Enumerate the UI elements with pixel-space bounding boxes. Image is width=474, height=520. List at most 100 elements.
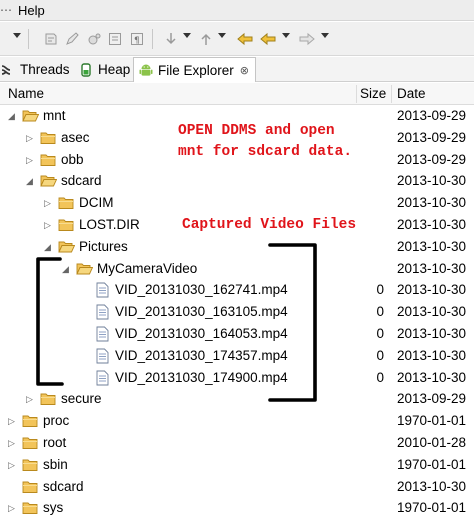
- column-header-size[interactable]: Size: [360, 86, 386, 101]
- folder-icon: [22, 502, 38, 515]
- collapse-arrow-icon[interactable]: ◢: [26, 175, 36, 187]
- expand-arrow-icon[interactable]: ▷: [26, 393, 36, 405]
- folder-row[interactable]: ▷ root 2010-01-28: [0, 432, 474, 454]
- expand-arrow-icon[interactable]: ▷: [8, 502, 18, 514]
- forward-icon[interactable]: [298, 30, 316, 48]
- collapse-arrow-icon[interactable]: ◢: [44, 241, 54, 253]
- block-icon[interactable]: [106, 30, 124, 48]
- toolbar: ¶: [0, 22, 474, 56]
- prev-annotation-icon[interactable]: [197, 30, 215, 48]
- next-annotation-icon[interactable]: [162, 30, 180, 48]
- row-name: VID_20131030_174900.mp4: [115, 369, 288, 385]
- heap-icon: [78, 62, 94, 78]
- row-size: 0: [376, 347, 384, 363]
- file-icon: [96, 282, 109, 298]
- folder-icon: [22, 437, 38, 449]
- row-date: 2013-10-30: [397, 260, 467, 276]
- toolbar-dropdown-arrow[interactable]: [13, 33, 21, 38]
- folder-row[interactable]: ▷ secure 2013-09-29: [0, 388, 474, 410]
- file-row[interactable]: VID_20131030_163105.mp4 0 2013-10-30: [0, 301, 474, 323]
- row-name: VID_20131030_164053.mp4: [115, 326, 288, 341]
- folder-open-icon: [40, 175, 57, 187]
- row-name: obb: [61, 151, 84, 167]
- folder-row[interactable]: ▷ DCIM 2013-10-30: [0, 192, 474, 214]
- expand-arrow-icon[interactable]: ▷: [8, 415, 18, 427]
- row-date: 2013-10-30: [397, 326, 467, 341]
- row-date: 2013-10-30: [397, 478, 467, 494]
- file-row[interactable]: VID_20131030_162741.mp4 0 2013-10-30: [0, 279, 474, 301]
- menu-edge-glyph: ⋯: [0, 3, 12, 17]
- column-header-name[interactable]: Name: [8, 86, 44, 101]
- expand-arrow-icon[interactable]: ▷: [8, 437, 18, 449]
- annotation-line: OPEN DDMS and open: [178, 123, 335, 139]
- folder-open-icon: [76, 263, 93, 275]
- table-header: Name Size Date: [0, 83, 474, 105]
- folder-row[interactable]: ◢ MyCameraVideo 2013-10-30: [0, 258, 474, 280]
- tab-label: File Explorer: [158, 62, 234, 78]
- debug-icon[interactable]: [85, 30, 103, 48]
- row-name: asec: [61, 129, 90, 145]
- collapse-arrow-icon[interactable]: ◢: [62, 263, 72, 275]
- row-name: VID_20131030_162741.mp4: [115, 282, 288, 298]
- folder-row[interactable]: ◢ Pictures 2013-10-30: [0, 236, 474, 258]
- row-date: 2013-09-29: [397, 129, 467, 145]
- folder-icon: [22, 481, 38, 493]
- folder-row[interactable]: ▷ sys 1970-01-01: [0, 497, 474, 519]
- column-divider[interactable]: [391, 85, 392, 103]
- annotation-open-ddms: OPEN DDMS and open mnt for sdcard data.: [178, 121, 352, 163]
- row-date: 1970-01-01: [397, 500, 467, 516]
- expand-arrow-icon[interactable]: ▷: [26, 154, 36, 166]
- row-size: 0: [376, 369, 384, 385]
- tab-threads[interactable]: Threads: [0, 57, 70, 82]
- annotation-line: mnt for sdcard data.: [178, 144, 353, 160]
- file-icon: [96, 326, 109, 342]
- tab-heap[interactable]: Heap: [78, 57, 130, 82]
- row-name: VID_20131030_163105.mp4: [115, 304, 288, 320]
- row-name: sbin: [43, 456, 68, 472]
- expand-arrow-icon[interactable]: ▷: [44, 219, 54, 231]
- collapse-arrow-icon[interactable]: ◢: [8, 110, 18, 122]
- row-date: 2013-09-29: [397, 151, 467, 167]
- last-edit-icon[interactable]: [236, 30, 254, 48]
- expand-arrow-icon[interactable]: ▷: [44, 197, 54, 209]
- annotation-captured-video: Captured Video Files: [182, 217, 357, 233]
- prev-dropdown-arrow[interactable]: [218, 33, 226, 38]
- back-icon[interactable]: [259, 30, 277, 48]
- row-size: 0: [376, 304, 384, 320]
- row-date: 2013-09-29: [397, 108, 467, 123]
- back-dropdown-arrow[interactable]: [282, 33, 290, 38]
- annotation-icon[interactable]: [42, 30, 60, 48]
- folder-icon: [58, 197, 74, 210]
- svg-text:¶: ¶: [134, 36, 140, 46]
- folder-icon: [40, 154, 56, 166]
- folder-row[interactable]: ◢ sdcard 2013-10-30: [0, 170, 474, 192]
- expand-arrow-icon[interactable]: ▷: [26, 132, 36, 144]
- folder-row[interactable]: ▷ proc 1970-01-01: [0, 410, 474, 432]
- forward-dropdown-arrow[interactable]: [321, 33, 329, 38]
- tab-file-explorer[interactable]: File Explorer ⊗: [133, 57, 256, 82]
- menu-help[interactable]: Help: [18, 3, 45, 18]
- tab-label: Threads: [20, 62, 70, 77]
- row-name: Pictures: [79, 238, 128, 254]
- row-date: 2013-10-30: [397, 238, 467, 254]
- paragraph-icon[interactable]: ¶: [128, 30, 146, 48]
- close-tab-icon[interactable]: ⊗: [240, 64, 249, 77]
- file-row[interactable]: VID_20131030_174900.mp4 0 2013-10-30: [0, 367, 474, 389]
- row-date: 2013-10-30: [397, 304, 467, 320]
- expand-arrow-icon[interactable]: ▷: [8, 459, 18, 471]
- folder-icon: [58, 219, 74, 231]
- row-name: secure: [61, 391, 102, 407]
- folder-row[interactable]: sdcard 2013-10-30: [0, 476, 474, 498]
- column-divider[interactable]: [356, 85, 357, 103]
- view-tab-bar: Threads Heap File Explorer ⊗: [0, 57, 474, 82]
- file-row[interactable]: VID_20131030_164053.mp4 0 2013-10-30: [0, 323, 474, 345]
- column-header-date[interactable]: Date: [397, 86, 426, 101]
- row-name: DCIM: [79, 195, 114, 211]
- edit-icon[interactable]: [63, 30, 81, 48]
- folder-icon: [22, 415, 38, 428]
- file-row[interactable]: VID_20131030_174357.mp4 0 2013-10-30: [0, 345, 474, 367]
- row-size: 0: [376, 282, 384, 298]
- file-icon: [96, 304, 109, 320]
- next-dropdown-arrow[interactable]: [183, 33, 191, 38]
- folder-row[interactable]: ▷ sbin 1970-01-01: [0, 454, 474, 476]
